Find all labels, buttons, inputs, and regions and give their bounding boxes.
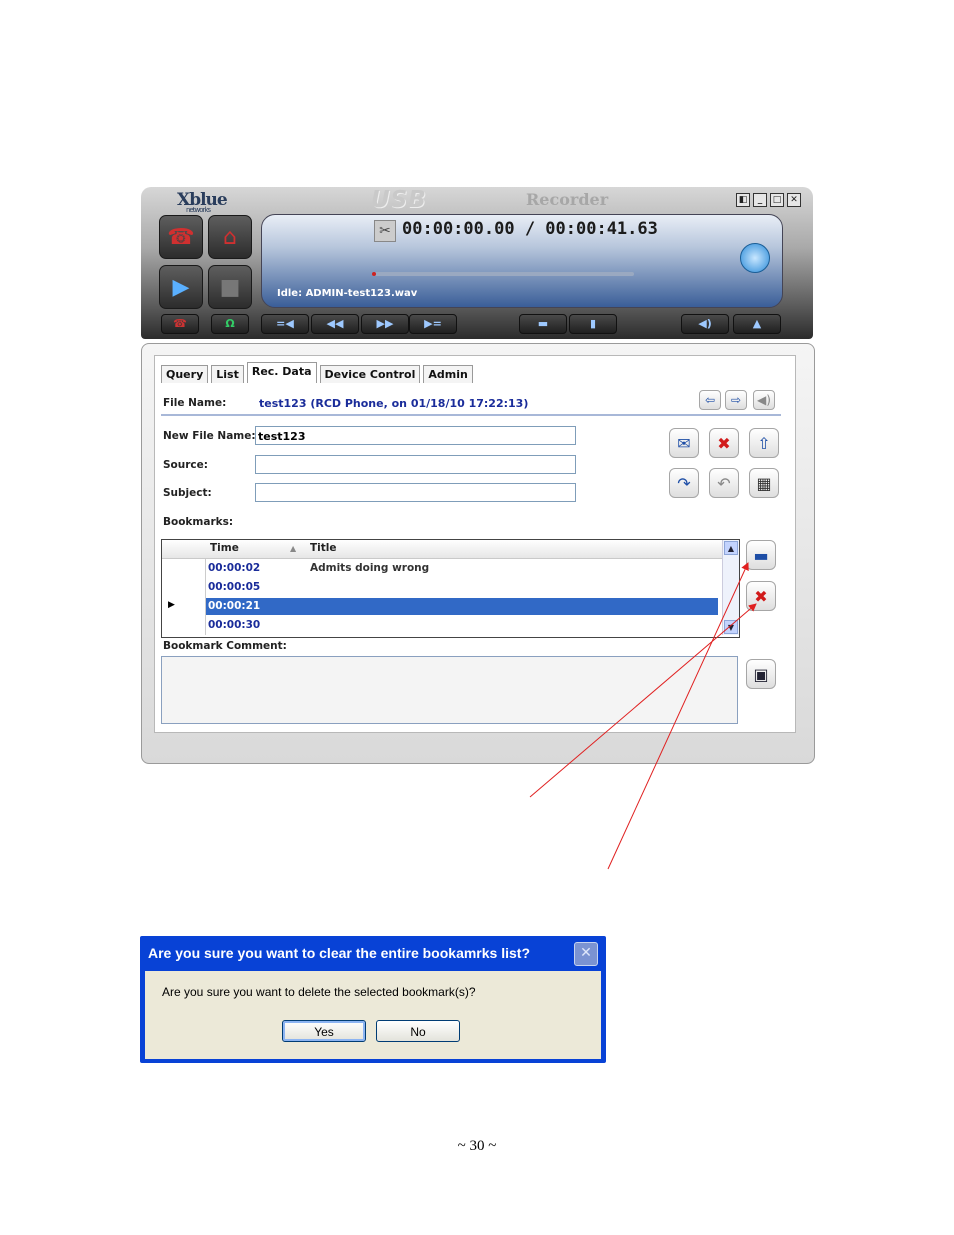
no-button[interactable]: No [376, 1020, 460, 1042]
yes-button[interactable]: Yes [282, 1020, 366, 1042]
dialog-body: Are you sure you want to delete the sele… [145, 971, 601, 1059]
arrow-to-delete-bookmark [529, 603, 757, 798]
page-number: ~ 30 ~ [457, 1138, 497, 1154]
confirm-dialog: Are you sure you want to clear the entir… [140, 936, 606, 1063]
arrow-to-add-bookmark [607, 562, 749, 870]
dialog-title: Are you sure you want to clear the entir… [148, 945, 530, 961]
dialog-message: Are you sure you want to delete the sele… [162, 985, 476, 999]
dialog-close-icon[interactable]: ✕ [574, 942, 598, 966]
